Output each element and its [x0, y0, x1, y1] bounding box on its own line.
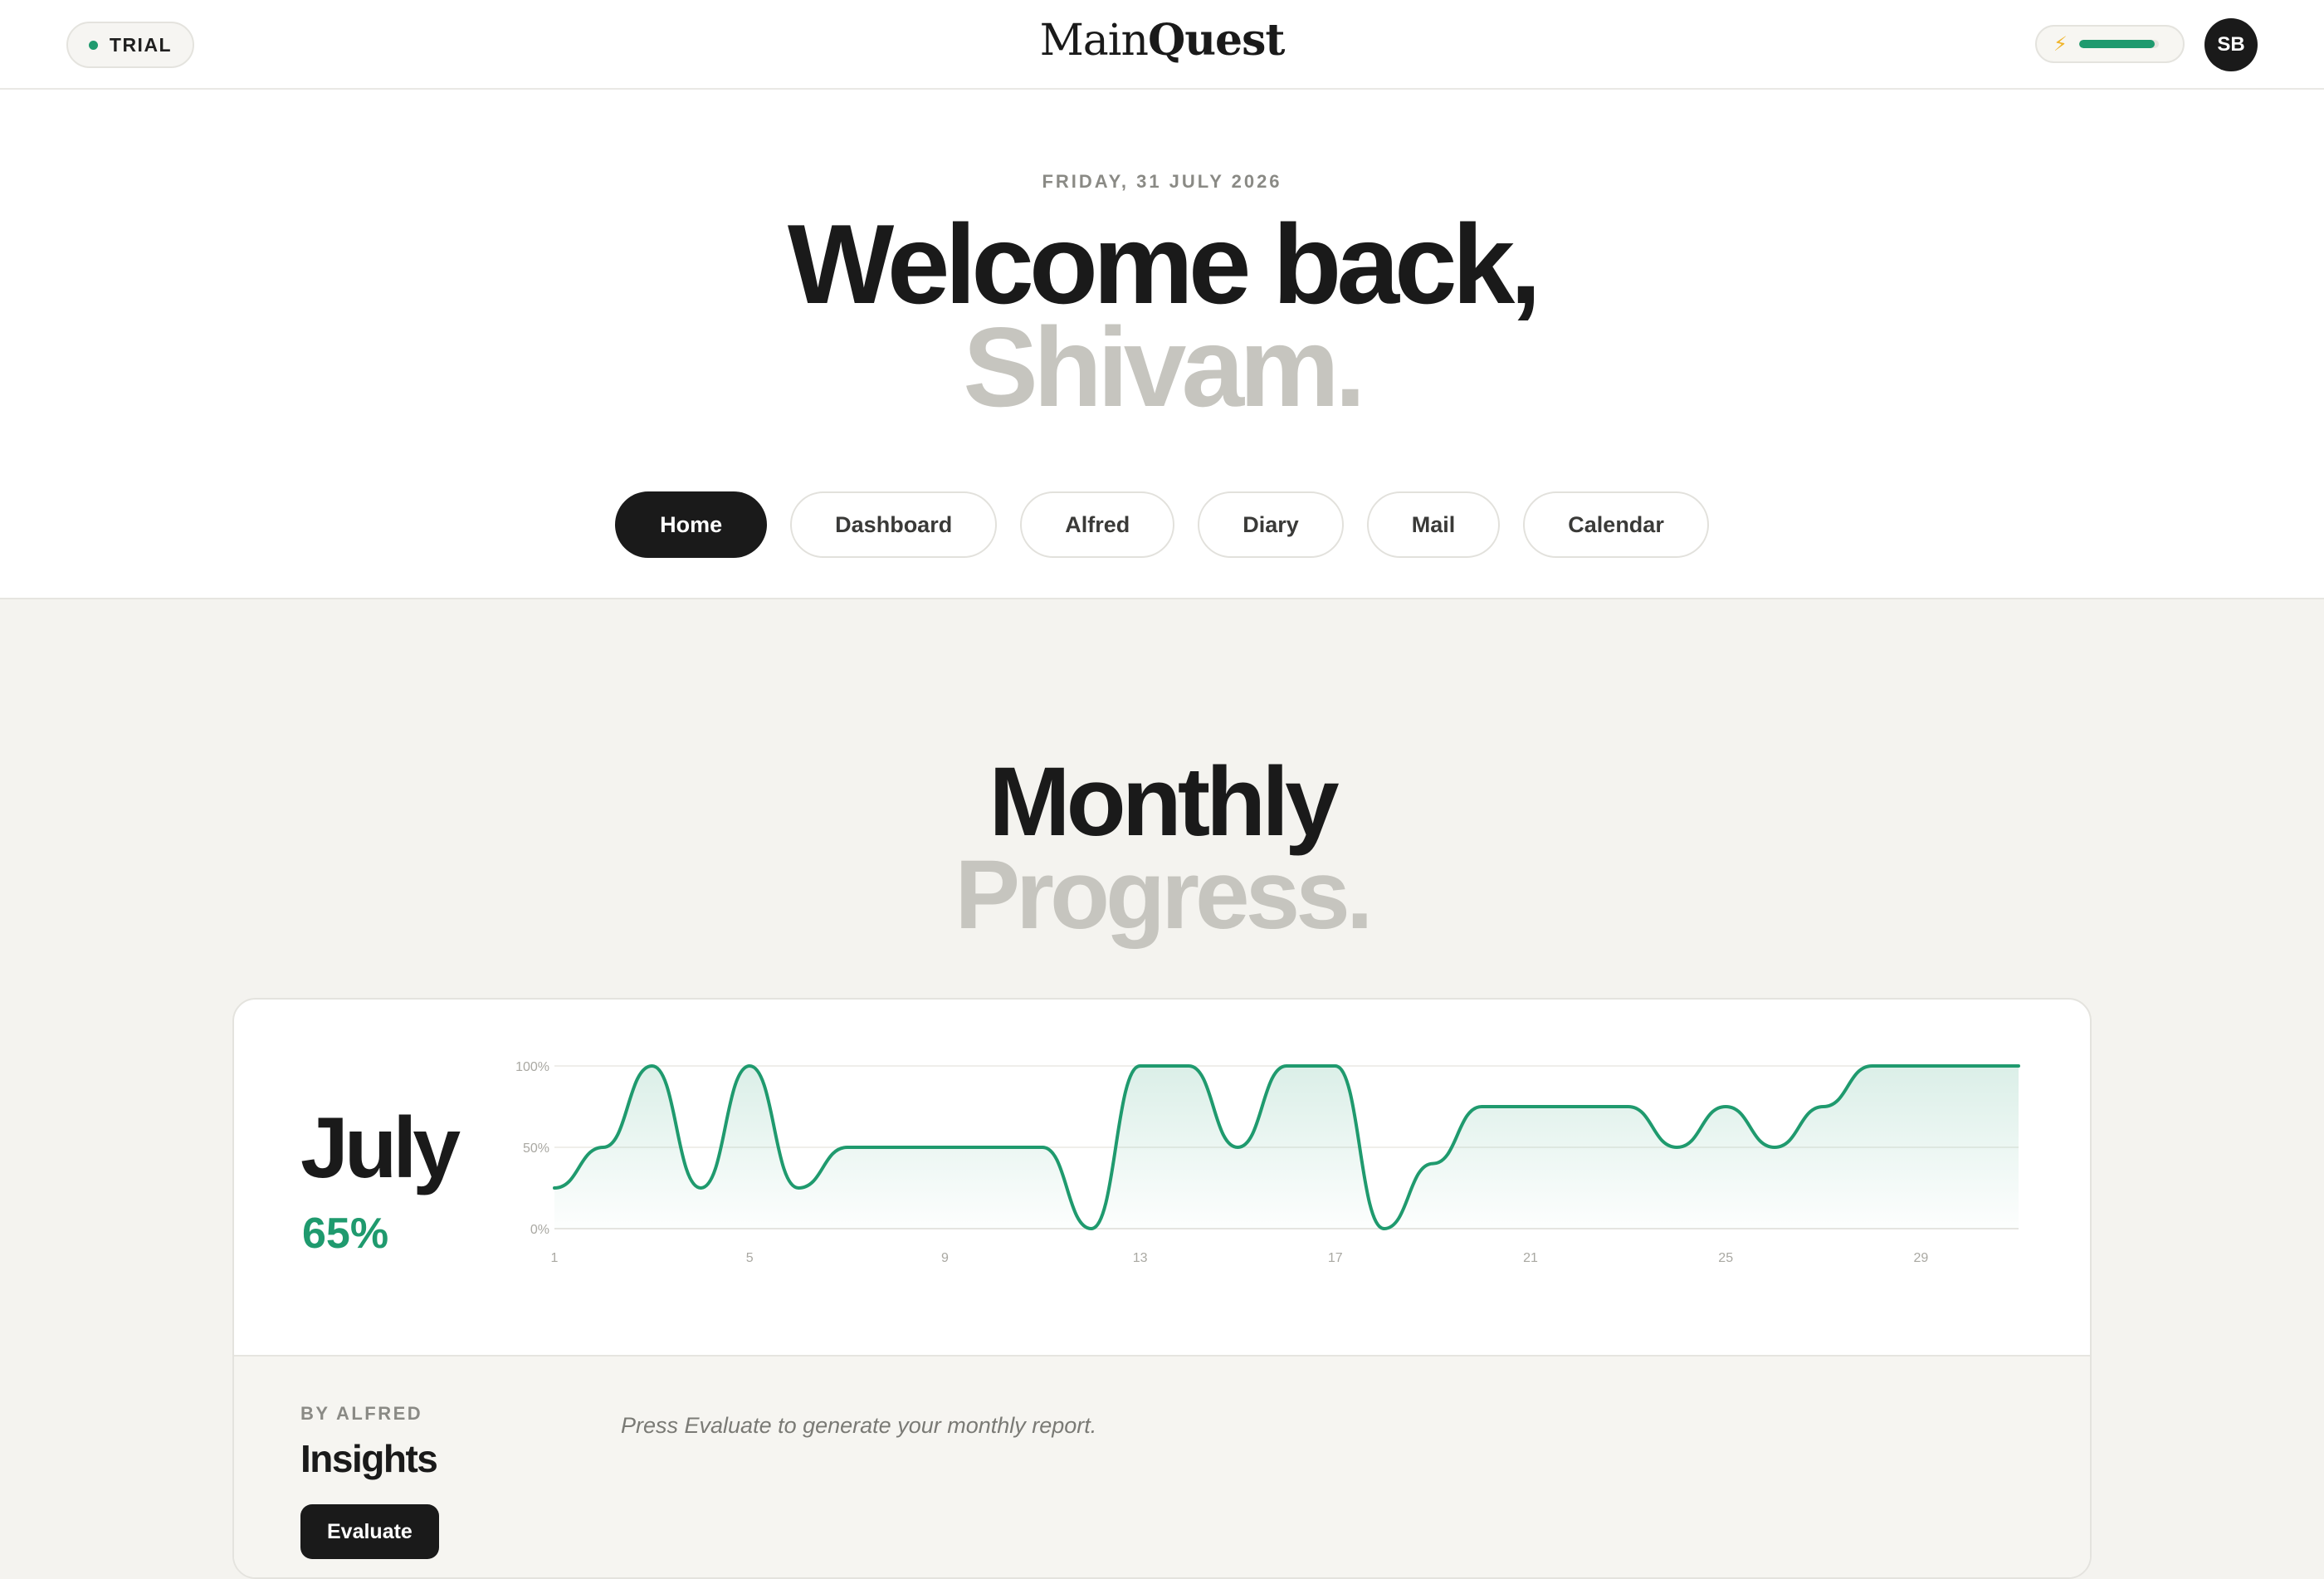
- evaluate-button[interactable]: Evaluate: [300, 1504, 439, 1559]
- chart-xtick-label: 17: [1328, 1251, 1343, 1265]
- brand-part1: Main: [1039, 16, 1149, 66]
- bolt-icon: ⚡: [2053, 32, 2068, 56]
- avatar[interactable]: SB: [2204, 18, 2258, 71]
- insights-panel: BY ALFRED Insights Evaluate Press Evalua…: [234, 1357, 2090, 1577]
- nav-calendar[interactable]: Calendar: [1523, 491, 1709, 558]
- welcome-heading: Welcome back, Shivam.: [0, 208, 2324, 430]
- chart-xtick-label: 9: [941, 1251, 949, 1265]
- welcome-line2: Shivam.: [963, 304, 1366, 430]
- top-bar: TRIAL MainQuest ⚡ SB: [0, 0, 2324, 90]
- nav-home[interactable]: Home: [615, 491, 768, 558]
- energy-fill: [2078, 40, 2156, 48]
- insights-byline: BY ALFRED: [300, 1403, 423, 1424]
- brand-part2: Quest: [1147, 15, 1285, 66]
- insights-title: Insights: [300, 1437, 438, 1480]
- chart-xtick-label: 29: [1914, 1251, 1929, 1265]
- chart-area-fill: [554, 1066, 2019, 1229]
- energy-track: [2078, 40, 2159, 48]
- section-title-line2: Progress.: [954, 840, 1373, 950]
- insights-hint: Press Evaluate to generate your monthly …: [621, 1413, 1097, 1438]
- monthly-progress-card: July 65% 0% 50% 100% 1 5 9 13 17 21 25 29 BY ALFRE…: [232, 998, 2092, 1579]
- chart-xtick-label: 5: [746, 1251, 754, 1265]
- chart-ytick-label: 0%: [530, 1223, 549, 1237]
- chart-xtick-label: 21: [1523, 1251, 1538, 1265]
- chart-ytick-label: 50%: [523, 1141, 549, 1156]
- progress-chart-area: July 65% 0% 50% 100% 1 5 9 13 17 21 25 29: [234, 1000, 2090, 1357]
- nav-diary[interactable]: Diary: [1198, 491, 1344, 558]
- nav-alfred[interactable]: Alfred: [1020, 491, 1175, 558]
- brand-logo[interactable]: MainQuest: [0, 15, 2324, 66]
- nav-dashboard[interactable]: Dashboard: [790, 491, 998, 558]
- energy-meter[interactable]: ⚡: [2035, 25, 2185, 63]
- section-title: Monthly Progress.: [0, 753, 2324, 950]
- current-date: FRIDAY, 31 JULY 2026: [1042, 171, 1282, 192]
- chart-xtick-label: 25: [1718, 1251, 1733, 1265]
- progress-chart: 0% 50% 100% 1 5 9 13 17 21 25 29: [515, 1060, 2020, 1265]
- chart-xtick-label: 13: [1133, 1251, 1148, 1265]
- chart-ytick-label: 100%: [515, 1060, 549, 1074]
- top-section: TRIAL MainQuest ⚡ SB FRIDAY, 31 JULY 202…: [0, 0, 2324, 599]
- chart-xtick-label: 1: [551, 1251, 559, 1265]
- main-nav: Home Dashboard Alfred Diary Mail Calenda…: [0, 491, 2324, 558]
- nav-mail[interactable]: Mail: [1366, 491, 1501, 558]
